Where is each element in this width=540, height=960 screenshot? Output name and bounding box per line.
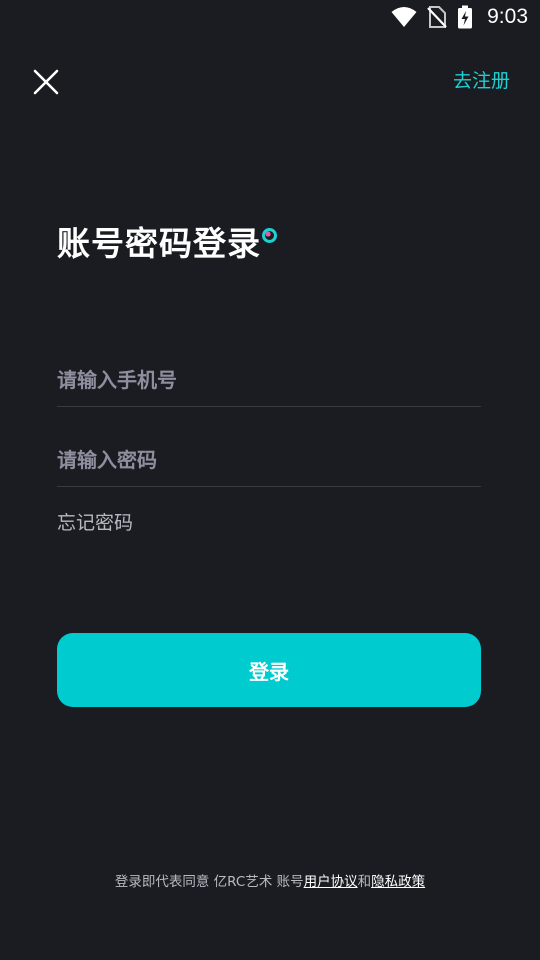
battery-charging-icon — [457, 5, 473, 29]
register-link[interactable]: 去注册 — [453, 66, 510, 93]
user-agreement-link[interactable]: 用户协议 — [304, 874, 358, 890]
agreement-text: 登录即代表同意 亿RC艺术 账号用户协议和隐私政策 — [0, 870, 540, 890]
forgot-password-link[interactable]: 忘记密码 — [57, 508, 133, 535]
status-bar: 9:03 — [0, 0, 540, 36]
close-icon — [33, 69, 59, 95]
page-title: 账号密码登录 — [57, 224, 261, 263]
status-icons: 9:03 — [391, 5, 528, 29]
agreement-prefix: 登录即代表同意 亿RC艺术 账号 — [114, 874, 304, 890]
status-time: 9:03 — [487, 5, 528, 28]
login-screen: 9:03 去注册 账号密码登录 忘记密码 登录 登录即代表同意 亿RC艺术 账号… — [0, 0, 540, 960]
password-input[interactable] — [57, 434, 481, 486]
title-dot-icon — [262, 228, 277, 243]
no-sim-icon — [427, 5, 447, 29]
privacy-policy-link[interactable]: 隐私政策 — [371, 874, 425, 890]
password-field — [57, 434, 481, 487]
title-block: 账号密码登录 — [57, 222, 277, 266]
phone-field — [57, 354, 481, 407]
agreement-conjunction: 和 — [357, 874, 372, 890]
wifi-icon — [391, 6, 417, 28]
phone-input[interactable] — [57, 354, 481, 406]
close-button[interactable] — [30, 66, 62, 98]
login-button[interactable]: 登录 — [57, 633, 481, 707]
